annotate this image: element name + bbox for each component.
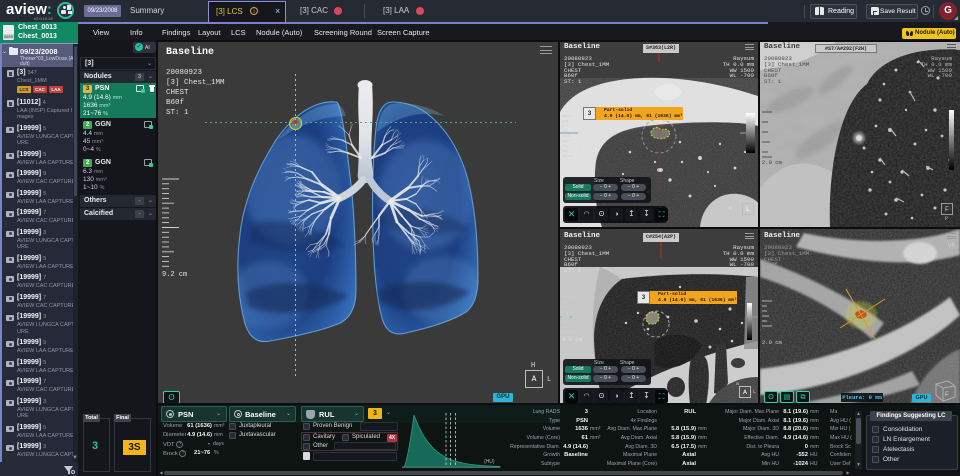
svg-text:F: F [945, 391, 949, 398]
